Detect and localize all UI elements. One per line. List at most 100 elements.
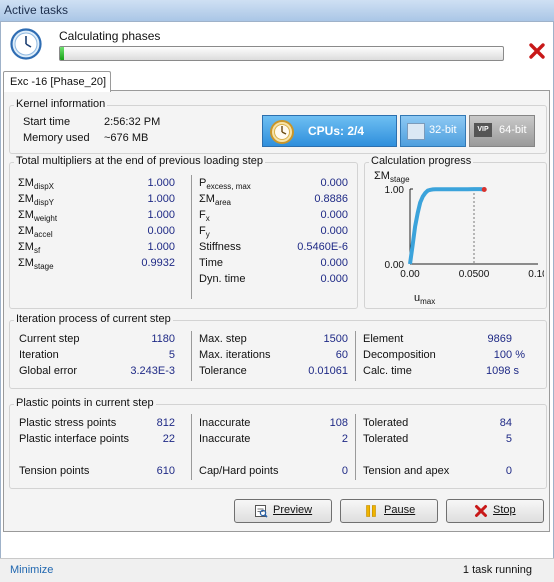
p-excess-max-label: Pexcess, max [199, 177, 251, 192]
plastic-interface-points-label: Plastic interface points [19, 433, 130, 445]
vip-icon: VIP [474, 123, 492, 137]
sum-m-sf-value: 1.000 [147, 241, 175, 253]
time-label: Time [199, 257, 224, 269]
time-value: 0.000 [320, 257, 348, 269]
stiffness-value: 0.5460E-6 [297, 241, 348, 253]
tolerated-interface-value: 5 [505, 433, 512, 445]
max-step-label: Max. step [199, 333, 247, 345]
fx-label: Fx [199, 209, 210, 224]
p-excess-max-value: 0.000 [320, 177, 348, 189]
stop-button[interactable]: Stop [446, 499, 544, 523]
chart-current-point [481, 187, 487, 193]
stiffness-label: Stiffness [199, 241, 241, 253]
dyn-time-value: 0.000 [320, 273, 348, 285]
plastic-interface-points-value: 22 [162, 433, 175, 445]
inaccurate-interface-value: 2 [341, 433, 348, 445]
current-step-value: 1180 [151, 333, 175, 345]
tension-points-value: 610 [156, 465, 175, 477]
tension-points-label: Tension points [19, 465, 90, 477]
sum-m-stage-label: ΣMstage [18, 257, 54, 272]
sum-m-dispy-value: 1.000 [147, 193, 175, 205]
tolerated-interface-label: Tolerated [363, 433, 409, 445]
memory-used-value: ~676 MB [104, 132, 149, 144]
dyn-time-label: Dyn. time [199, 273, 246, 285]
multipliers-divider [191, 175, 192, 299]
chart-x-tick-label: 0.0500 [459, 269, 490, 280]
tension-apex-label: Tension and apex [363, 465, 450, 477]
stop-icon [475, 505, 487, 517]
iteration-divider-1 [191, 331, 192, 381]
sum-m-dispx-label: ΣMdispX [18, 177, 54, 192]
element-value: 9869 [487, 333, 512, 345]
current-step-label: Current step [19, 333, 80, 345]
global-error-value: 3.243E-3 [130, 365, 175, 377]
stop-button-label: Stop [493, 504, 516, 516]
tab-label: Exc -16 [Phase_20] [10, 76, 107, 88]
inaccurate-stress-value: 108 [329, 417, 348, 429]
tolerance-label: Tolerance [199, 365, 247, 377]
iteration-label: Iteration [19, 349, 59, 361]
iteration-value: 5 [168, 349, 175, 361]
plastic-divider-2 [355, 414, 356, 480]
cpus-indicator: CPUs: 2/4 [262, 115, 397, 147]
calc-progress-legend: Calculation progress [369, 155, 474, 167]
cap-hard-points-label: Cap/Hard points [199, 465, 279, 477]
global-error-label: Global error [19, 365, 78, 377]
cpus-label: CPUs: 2/4 [308, 124, 365, 138]
inaccurate-stress-label: Inaccurate [199, 417, 251, 429]
stopwatch-icon [270, 120, 294, 144]
preview-button-label: Preview [273, 504, 313, 516]
sum-m-dispy-label: ΣMdispY [18, 193, 54, 208]
iteration-divider-2 [355, 331, 356, 381]
bit32-icon [407, 123, 425, 140]
sum-m-sf-label: ΣMsf [18, 241, 41, 256]
plastic-divider-1 [191, 414, 192, 480]
pause-button-label: Pause [384, 504, 416, 516]
sum-m-dispx-value: 1.000 [147, 177, 175, 189]
tab-phase[interactable]: Exc -16 [Phase_20] [3, 71, 111, 92]
chart-y-tick-label: 1.00 [385, 185, 405, 196]
sum-m-weight-value: 1.000 [147, 209, 175, 221]
phase-progress-fill [60, 47, 64, 60]
tasks-running-text: 1 task running [462, 564, 532, 576]
max-iterations-label: Max. iterations [199, 349, 271, 361]
minimize-link[interactable]: Minimize [10, 564, 53, 576]
cap-hard-points-value: 0 [341, 465, 348, 477]
plastic-stress-points-label: Plastic stress points [19, 417, 117, 429]
fx-value: 0.000 [320, 209, 348, 221]
max-iterations-value: 60 [335, 349, 348, 361]
window-title: Active tasks [4, 3, 69, 17]
bit64-label: 64-bit [499, 124, 527, 136]
calc-time-value: 1098 s [485, 365, 519, 377]
preview-button[interactable]: Preview [234, 499, 332, 523]
tension-apex-value: 0 [505, 465, 512, 477]
clock-icon [10, 28, 42, 60]
phase-status-label: Calculating phases [59, 29, 161, 43]
kernel-info-legend: Kernel information [14, 98, 108, 110]
cancel-task-icon[interactable] [528, 42, 546, 60]
start-time-value: 2:56:32 PM [104, 116, 161, 128]
chart-x-tick-label: 0.00 [400, 269, 420, 280]
fy-value: 0.000 [320, 225, 348, 237]
memory-used-label: Memory used [23, 132, 90, 144]
element-label: Element [363, 333, 404, 345]
chart-x-tick-label: 0.10 [528, 269, 544, 280]
sum-m-accel-value: 0.000 [147, 225, 175, 237]
chart-series-line [408, 187, 485, 265]
iteration-legend: Iteration process of current step [14, 313, 173, 325]
fy-label: Fy [199, 225, 210, 240]
decomposition-value: 100 % [493, 349, 525, 361]
bit64-indicator: VIP 64-bit [469, 115, 535, 147]
sum-m-area-value: 0.8886 [314, 193, 348, 205]
sum-m-accel-label: ΣMaccel [18, 225, 53, 240]
phase-progress-bar [59, 46, 504, 61]
max-step-value: 1500 [323, 333, 348, 345]
sum-m-weight-label: ΣMweight [18, 209, 58, 224]
start-time-label: Start time [23, 116, 71, 128]
plastic-points-legend: Plastic points in current step [14, 397, 156, 409]
pause-button[interactable]: Pause [340, 499, 438, 523]
inaccurate-interface-label: Inaccurate [199, 433, 251, 445]
tolerated-stress-value: 84 [499, 417, 512, 429]
status-bar: Minimize 1 task running [0, 558, 554, 582]
title-bar: Active tasks [0, 0, 554, 22]
